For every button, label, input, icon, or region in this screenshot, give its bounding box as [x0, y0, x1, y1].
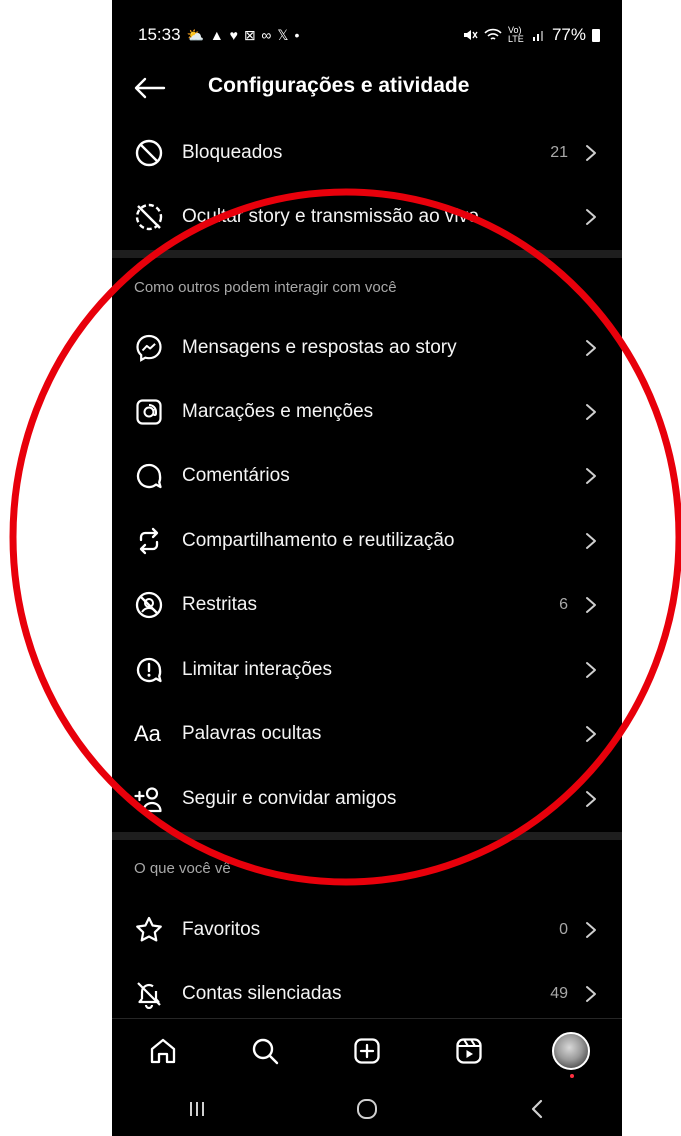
status-right: Vo) LTE 77%	[462, 25, 600, 45]
recent-apps-icon	[190, 1102, 204, 1116]
row-count: 0	[559, 921, 568, 938]
chevron-right-icon	[584, 402, 598, 422]
recent-apps-button[interactable]	[172, 1089, 222, 1129]
chevron-right-icon	[584, 595, 598, 615]
section-divider	[112, 250, 622, 258]
text-aa-icon: Aa	[134, 719, 170, 749]
row-sharing-remix[interactable]: Compartilhamento e reutilização	[112, 509, 622, 573]
bottom-nav	[112, 1018, 622, 1082]
home-system-button[interactable]	[342, 1089, 392, 1129]
row-hidden-words[interactable]: Aa Palavras ocultas	[112, 702, 622, 766]
page-title: Configurações e atividade	[208, 74, 470, 97]
chevron-right-icon	[584, 984, 598, 1004]
section-divider	[112, 832, 622, 840]
row-label: Compartilhamento e reutilização	[182, 530, 455, 551]
star-icon	[134, 915, 164, 945]
status-time: 15:33	[138, 25, 181, 44]
chevron-right-icon	[584, 789, 598, 809]
blocked-icon	[134, 138, 164, 168]
row-label: Favoritos	[182, 919, 261, 940]
chevron-right-icon	[584, 143, 598, 163]
chevron-right-icon	[584, 920, 598, 940]
row-comments[interactable]: Comentários	[112, 444, 622, 508]
comment-icon	[134, 461, 164, 491]
row-label: Contas silenciadas	[182, 983, 342, 1004]
signal-text: Vo) LTE	[507, 25, 524, 44]
cell-signal-icon	[532, 31, 543, 41]
add-user-icon	[134, 784, 164, 814]
system-nav-bar	[112, 1082, 622, 1136]
reels-icon	[456, 1037, 482, 1064]
row-muted-accounts[interactable]: Contas silenciadas 49	[112, 962, 622, 1026]
row-restricted[interactable]: Restritas 6	[112, 573, 622, 637]
hidden-words-glyph: Aa	[134, 721, 161, 746]
row-blocked[interactable]: Bloqueados 21	[112, 121, 622, 185]
alert-comment-icon	[134, 655, 164, 685]
chevron-left-icon	[531, 1099, 543, 1119]
row-label: Mensagens e respostas ao story	[182, 337, 457, 358]
chevron-right-icon	[584, 724, 598, 744]
status-left: 15:33 ⛅ ▲ ♥ ⊠ ∞ 𝕏 •	[138, 25, 300, 45]
restricted-icon	[134, 590, 164, 620]
home-circle-icon	[357, 1099, 377, 1119]
chevron-right-icon	[584, 338, 598, 358]
home-icon	[150, 1038, 176, 1063]
row-count: 49	[550, 985, 568, 1002]
row-label: Bloqueados	[182, 142, 283, 163]
row-label: Ocultar story e transmissão ao vivo	[182, 206, 479, 227]
wifi-icon	[484, 28, 502, 40]
mute-icon	[463, 30, 478, 40]
nav-home-button[interactable]	[139, 1027, 187, 1075]
arrow-left-icon	[134, 77, 166, 99]
avatar	[552, 1031, 590, 1078]
hide-story-icon	[134, 202, 164, 232]
nav-profile-button[interactable]	[547, 1027, 595, 1078]
chevron-right-icon	[584, 466, 598, 486]
messenger-icon	[134, 333, 164, 363]
row-label: Limitar interações	[182, 659, 332, 680]
back-button[interactable]	[132, 72, 168, 104]
row-label: Comentários	[182, 465, 290, 486]
battery-percent: 77%	[551, 25, 586, 44]
nav-create-button[interactable]	[343, 1027, 391, 1075]
row-label: Palavras ocultas	[182, 723, 322, 744]
header: Configurações e atividade	[112, 62, 622, 114]
repost-icon	[134, 526, 164, 556]
plus-square-icon	[354, 1037, 380, 1064]
row-count: 21	[550, 144, 568, 161]
status-bar: 15:33 ⛅ ▲ ♥ ⊠ ∞ 𝕏 • Vo) LTE 77%	[112, 20, 622, 50]
section-header-what-you-see: O que você vê	[134, 860, 231, 877]
row-label: Seguir e convidar amigos	[182, 788, 397, 809]
row-limit-interactions[interactable]: Limitar interações	[112, 638, 622, 702]
section-header-interactions: Como outros podem interagir com você	[134, 279, 397, 296]
chevron-right-icon	[584, 660, 598, 680]
phone-screen: 15:33 ⛅ ▲ ♥ ⊠ ∞ 𝕏 • Vo) LTE 77% Configur…	[112, 0, 622, 1136]
nav-reels-button[interactable]	[445, 1027, 493, 1075]
search-icon	[252, 1038, 279, 1064]
row-label: Restritas	[182, 594, 257, 615]
row-messages[interactable]: Mensagens e respostas ao story	[112, 316, 622, 380]
notification-icons: ⛅ ▲ ♥ ⊠ ∞ 𝕏 •	[186, 26, 301, 43]
battery-icon	[592, 28, 600, 42]
chevron-right-icon	[584, 531, 598, 551]
nav-search-button[interactable]	[241, 1027, 289, 1075]
notification-dot	[570, 1073, 574, 1078]
row-tags-mentions[interactable]: Marcações e menções	[112, 380, 622, 444]
at-sign-icon	[134, 397, 164, 427]
row-label: Marcações e menções	[182, 401, 374, 422]
row-favorites[interactable]: Favoritos 0	[112, 898, 622, 962]
row-follow-invite[interactable]: Seguir e convidar amigos	[112, 767, 622, 831]
row-count: 6	[559, 596, 568, 613]
back-system-button[interactable]	[512, 1089, 562, 1129]
chevron-right-icon	[584, 207, 598, 227]
row-hide-story[interactable]: Ocultar story e transmissão ao vivo	[112, 185, 622, 249]
bell-muted-icon	[134, 979, 164, 1009]
